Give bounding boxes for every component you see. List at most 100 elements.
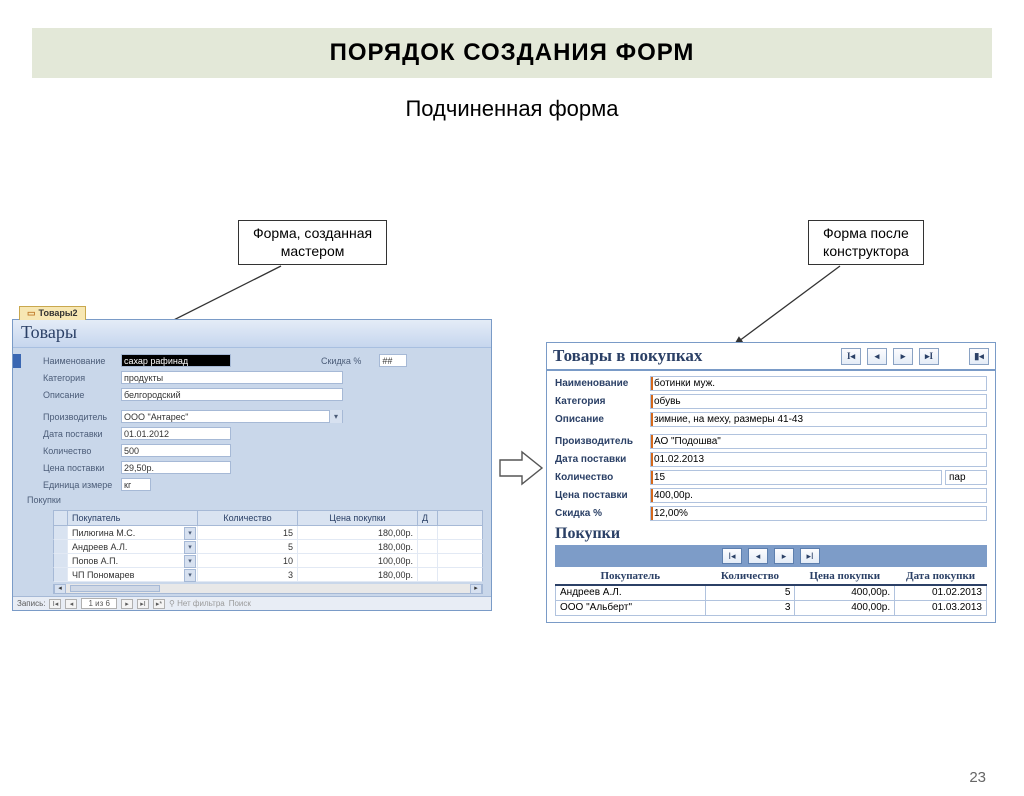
slide-subtitle: Подчиненная форма	[0, 96, 1024, 122]
input-name[interactable]	[121, 354, 231, 367]
slide-title: ПОРЯДОК СОЗДАНИЯ ФОРМ	[330, 39, 695, 67]
designer-form-body: Наименованиеботинки муж. Категорияобувь …	[547, 371, 995, 622]
cell-buyer[interactable]: Пилюгина М.С.	[68, 526, 198, 539]
cell-price[interactable]: 400,00р.	[795, 600, 895, 615]
close-button[interactable]: ▮◂	[969, 348, 989, 365]
label-desc: Описание	[43, 390, 121, 400]
nav-prev[interactable]: ◂	[867, 348, 887, 365]
wizard-form-window: ▭Товары2 Товары Наименование Скидка % Ка…	[12, 319, 492, 611]
rcol-date: Дата покупки	[895, 568, 987, 585]
r-label-discount: Скидка %	[555, 508, 650, 519]
label-discount: Скидка %	[321, 356, 361, 366]
subform-label: Покупки	[13, 493, 491, 508]
transform-arrow-icon	[498, 448, 544, 488]
sub-nav-first[interactable]: I◂	[722, 548, 742, 564]
recnav-first[interactable]: I◂	[49, 599, 61, 609]
table-row[interactable]: Пилюгина М.С.15180,00р.	[53, 526, 483, 540]
r-value-name[interactable]: ботинки муж.	[650, 376, 987, 391]
table-row[interactable]: Андреев А.Л.5180,00р.	[53, 540, 483, 554]
r-label-desc: Описание	[555, 414, 650, 425]
scroll-right-icon[interactable]: ▸	[470, 584, 482, 594]
arrow-right	[720, 264, 870, 354]
input-price[interactable]	[121, 461, 231, 474]
cell-qty[interactable]: 15	[198, 526, 298, 539]
subform-header: Покупатель Количество Цена покупки Д	[53, 510, 483, 526]
subform-title: Покупки	[555, 525, 987, 543]
table-row[interactable]: ООО "Альберт"3400,00р.01.03.2013	[556, 600, 987, 615]
label-date: Дата поставки	[43, 429, 121, 439]
combo-maker[interactable]	[121, 410, 343, 423]
caption-left-box: Форма, созданная мастером	[238, 220, 387, 265]
col-buyer: Покупатель	[68, 511, 198, 525]
input-date[interactable]	[121, 427, 231, 440]
recnav-last[interactable]: ▸I	[137, 599, 149, 609]
cell-buyer[interactable]: Попов А.П.	[68, 554, 198, 567]
cell-price[interactable]: 400,00р.	[795, 585, 895, 600]
filter-indicator[interactable]: ⚲ Нет фильтра	[169, 599, 225, 608]
record-nav-footer: Запись: I◂ ◂ 1 из 6 ▸ ▸I ▸* ⚲ Нет фильтр…	[13, 596, 491, 610]
subform-table: Покупатель Количество Цена покупки Д Пил…	[53, 510, 483, 582]
recnav-prev[interactable]: ◂	[65, 599, 77, 609]
input-qty[interactable]	[121, 444, 231, 457]
col-price: Цена покупки	[298, 511, 418, 525]
main-nav-buttons: I◂ ◂ ▸ ▸I ▮◂	[841, 348, 989, 365]
table-row[interactable]: ЧП Пономарев3180,00р.	[53, 568, 483, 582]
subform-nav: I◂ ◂ ▸ ▸I	[555, 545, 987, 567]
input-unit[interactable]	[121, 478, 151, 491]
label-price: Цена поставки	[43, 463, 121, 473]
rcol-price: Цена покупки	[795, 568, 895, 585]
recnav-label: Запись:	[17, 599, 45, 608]
input-category[interactable]	[121, 371, 343, 384]
caption-right-box: Форма после конструктора	[808, 220, 924, 265]
r-value-discount[interactable]: 12,00%	[650, 506, 987, 521]
r-value-date[interactable]: 01.02.2013	[650, 452, 987, 467]
r-value-maker[interactable]: АО "Подошва"	[650, 434, 987, 449]
cell-qty[interactable]: 10	[198, 554, 298, 567]
label-unit: Единица измере	[43, 480, 121, 490]
cell-qty[interactable]: 5	[198, 540, 298, 553]
r-value-category[interactable]: обувь	[650, 394, 987, 409]
scroll-thumb[interactable]	[70, 585, 160, 592]
sub-nav-prev[interactable]: ◂	[748, 548, 768, 564]
nav-next[interactable]: ▸	[893, 348, 913, 365]
cell-price[interactable]: 180,00р.	[298, 540, 418, 553]
r-label-date: Дата поставки	[555, 454, 650, 465]
cell-qty[interactable]: 3	[705, 600, 795, 615]
sub-nav-next[interactable]: ▸	[774, 548, 794, 564]
record-selector[interactable]	[13, 354, 21, 368]
access-tab[interactable]: ▭Товары2	[19, 306, 86, 320]
recnav-new[interactable]: ▸*	[153, 599, 165, 609]
recnav-next[interactable]: ▸	[121, 599, 133, 609]
cell-date[interactable]: 01.03.2013	[895, 600, 987, 615]
nav-last[interactable]: ▸I	[919, 348, 939, 365]
label-maker: Производитель	[43, 412, 121, 422]
subform-hscroll[interactable]: ◂ ▸	[53, 584, 483, 594]
cell-buyer[interactable]: ЧП Пономарев	[68, 568, 198, 581]
slide-title-bar: ПОРЯДОК СОЗДАНИЯ ФОРМ	[32, 28, 992, 78]
table-row[interactable]: Попов А.П.10100,00р.	[53, 554, 483, 568]
cell-price[interactable]: 180,00р.	[298, 526, 418, 539]
cell-qty[interactable]: 3	[198, 568, 298, 581]
scroll-left-icon[interactable]: ◂	[54, 584, 66, 594]
input-desc[interactable]	[121, 388, 343, 401]
sub-nav-last[interactable]: ▸I	[800, 548, 820, 564]
input-discount[interactable]	[379, 354, 407, 367]
r-value-desc[interactable]: зимние, на меху, размеры 41-43	[650, 412, 987, 427]
r-value-unit[interactable]: пар	[945, 470, 987, 485]
cell-buyer[interactable]: ООО "Альберт"	[556, 600, 706, 615]
cell-buyer[interactable]: Андреев А.Л.	[556, 585, 706, 600]
cell-qty[interactable]: 5	[705, 585, 795, 600]
r-label-qty: Количество	[555, 472, 650, 483]
cell-price[interactable]: 100,00р.	[298, 554, 418, 567]
col-qty: Количество	[198, 511, 298, 525]
search-label[interactable]: Поиск	[229, 599, 251, 608]
r-value-qty[interactable]: 15	[650, 470, 942, 485]
nav-first[interactable]: I◂	[841, 348, 861, 365]
cell-date[interactable]: 01.02.2013	[895, 585, 987, 600]
table-row[interactable]: Андреев А.Л.5400,00р.01.02.2013	[556, 585, 987, 600]
designer-form-window: Товары в покупках I◂ ◂ ▸ ▸I ▮◂ Наименова…	[546, 342, 996, 623]
cell-buyer[interactable]: Андреев А.Л.	[68, 540, 198, 553]
cell-price[interactable]: 180,00р.	[298, 568, 418, 581]
form-icon: ▭	[27, 308, 36, 318]
r-value-price[interactable]: 400,00р.	[650, 488, 987, 503]
